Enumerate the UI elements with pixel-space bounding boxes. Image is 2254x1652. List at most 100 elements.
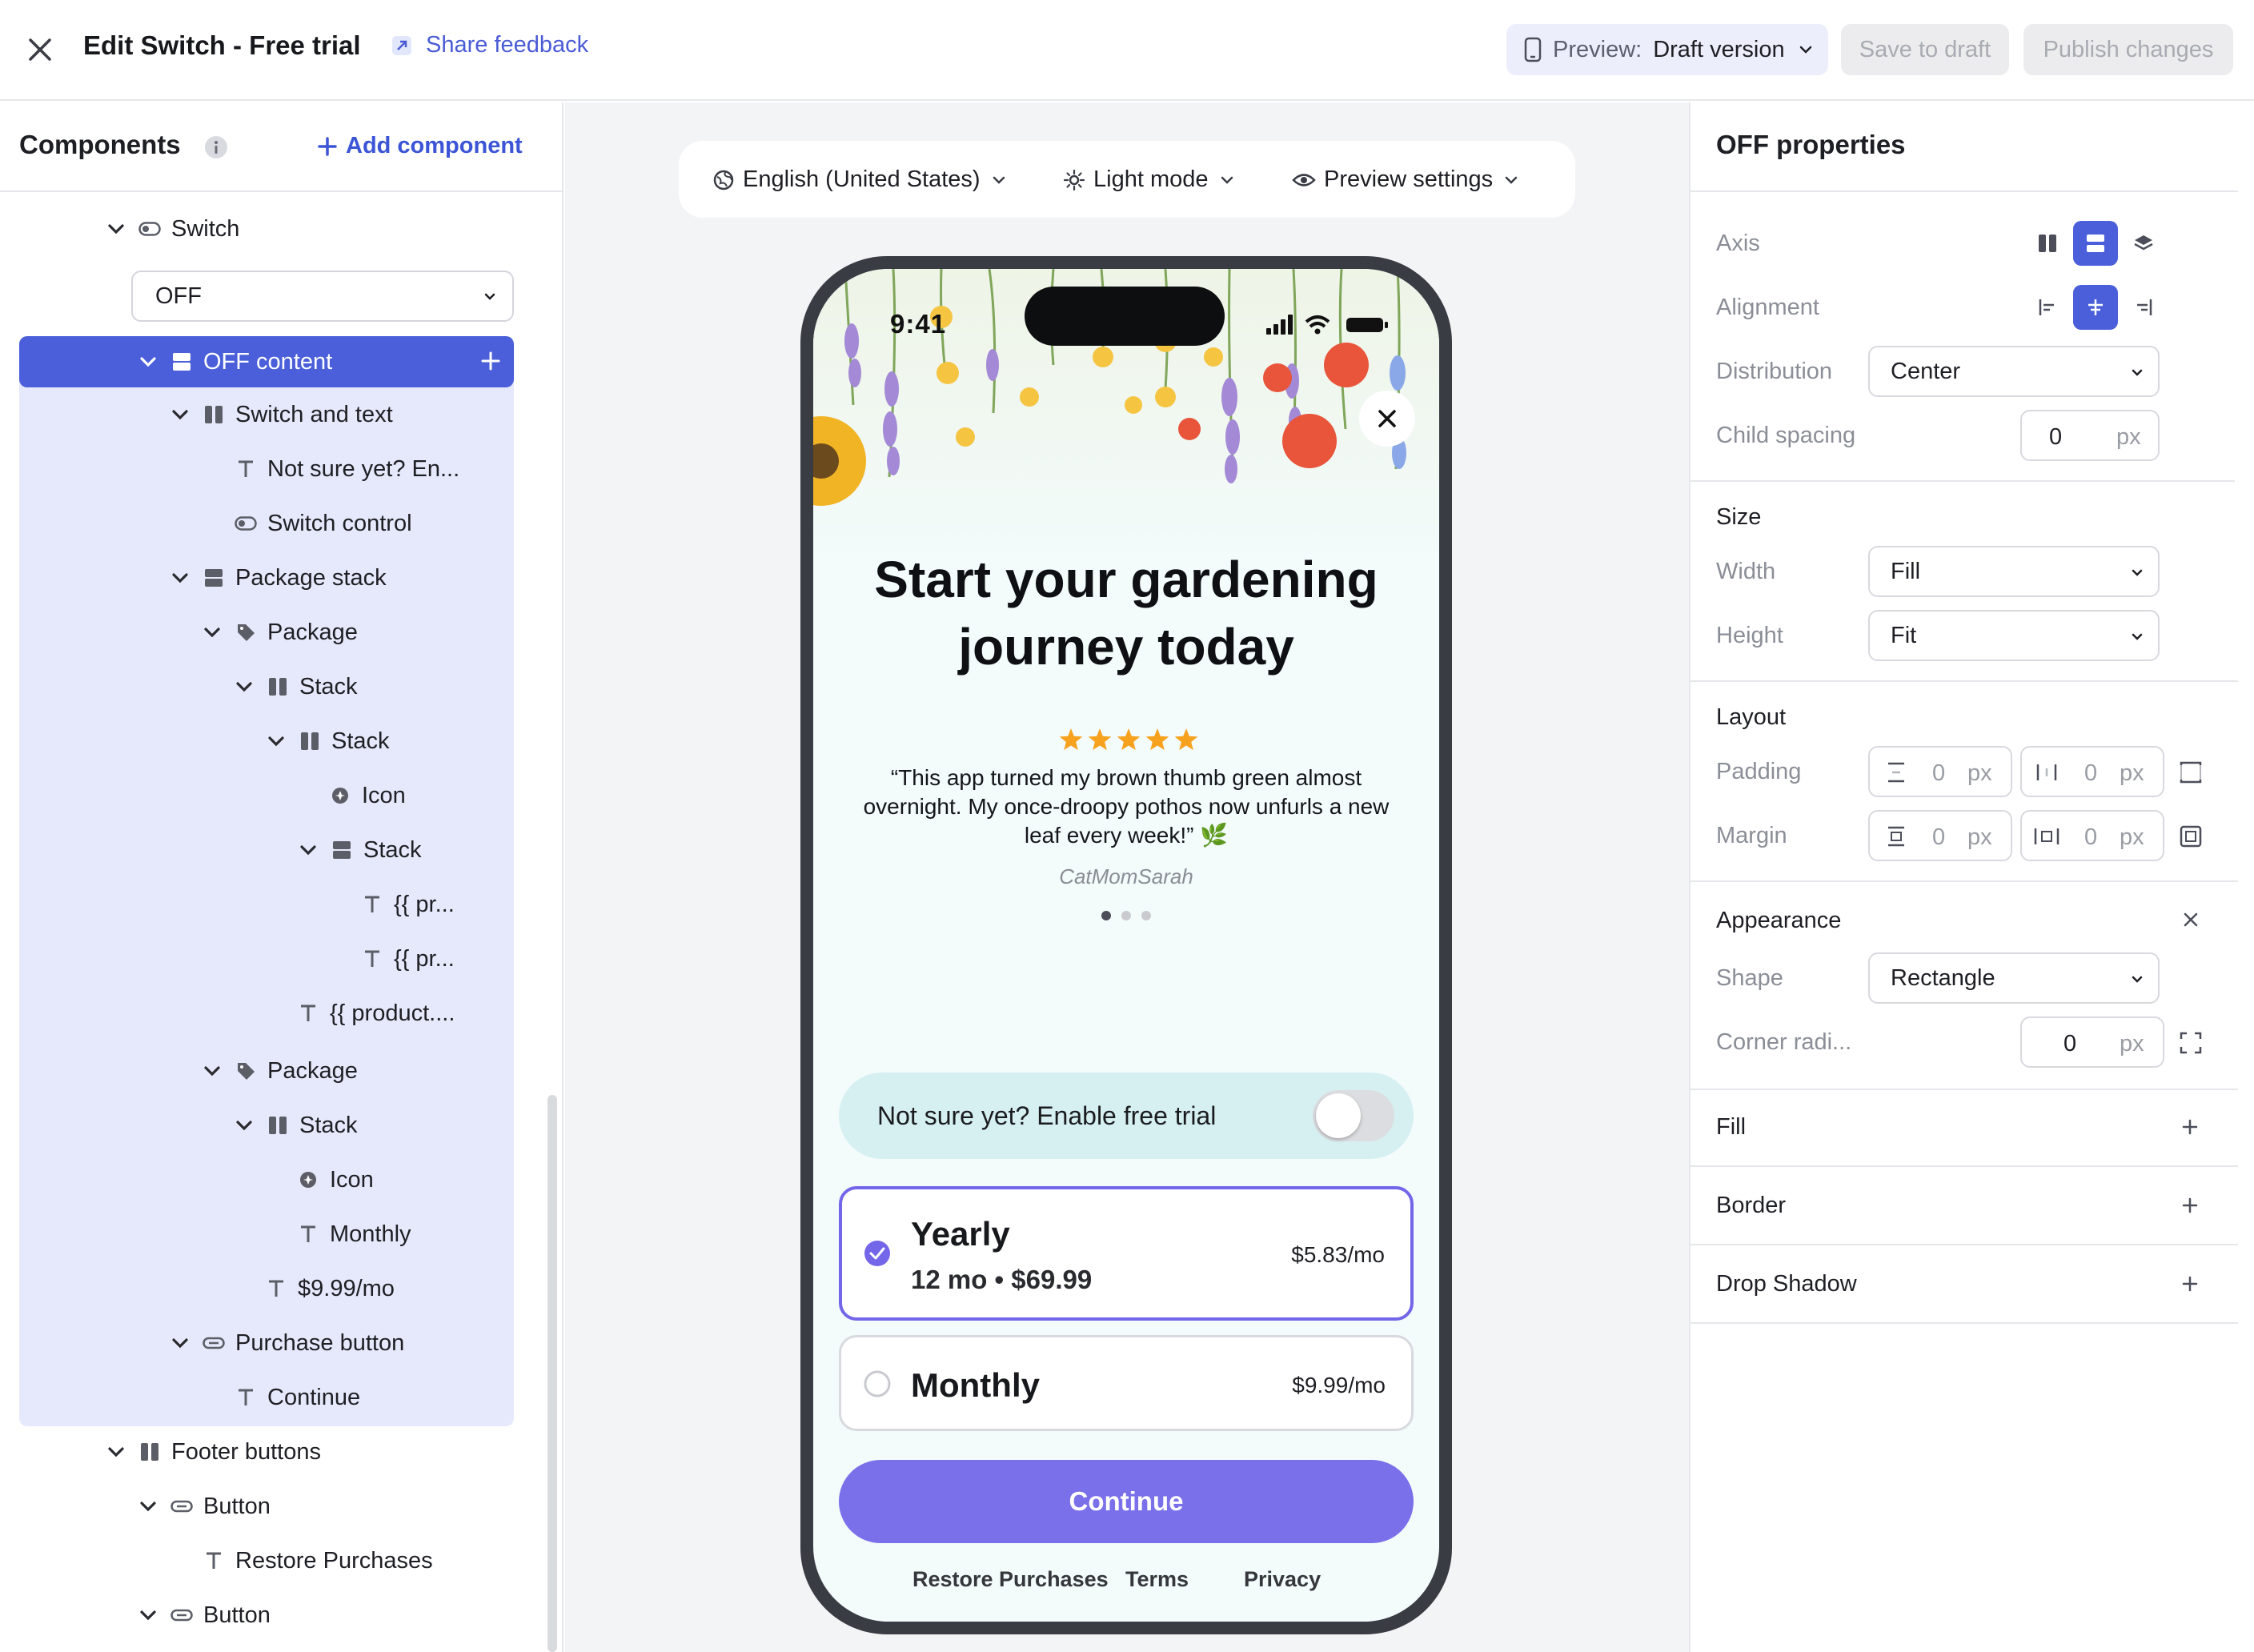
- continue-button[interactable]: Continue: [839, 1460, 1414, 1543]
- close-paywall-button[interactable]: [1359, 391, 1415, 447]
- share-feedback-link[interactable]: Share feedback: [391, 32, 588, 58]
- add-drop-shadow-button[interactable]: [2177, 1271, 2203, 1297]
- tree-item-stack[interactable]: Stack: [296, 834, 422, 866]
- package-yearly[interactable]: Yearly 12 mo • $69.99 $5.83/mo: [839, 1186, 1414, 1321]
- top-bar: Edit Switch - Free trial Share feedback …: [0, 0, 2254, 101]
- tree-item-icon[interactable]: Icon: [327, 780, 406, 812]
- tree-item-footer-buttons[interactable]: Footer buttons: [104, 1436, 321, 1468]
- tree-item-package-stack[interactable]: Package stack: [168, 562, 387, 594]
- vertical-stack-icon: [200, 564, 227, 591]
- publish-changes-button[interactable]: Publish changes: [2023, 24, 2233, 75]
- tree-scrollbar[interactable]: [547, 1095, 557, 1652]
- radio-unchecked-icon: [864, 1370, 891, 1397]
- fill-section-title: Fill: [1716, 1114, 1747, 1140]
- divider: [1690, 1322, 2238, 1324]
- add-fill-button[interactable]: [2177, 1114, 2203, 1140]
- carousel-dot[interactable]: [1121, 911, 1131, 920]
- tree-label: Stack: [331, 728, 390, 754]
- axis-zstack-button[interactable]: [2121, 221, 2166, 266]
- chevron-down-icon: [2132, 633, 2143, 640]
- package-price: $5.83/mo: [1291, 1242, 1385, 1267]
- height-select[interactable]: Fit: [1868, 610, 2160, 661]
- padding-horizontal-input[interactable]: 0 px: [2020, 746, 2164, 797]
- divider: [1690, 1165, 2238, 1167]
- divider: [1690, 1244, 2238, 1245]
- free-trial-toggle[interactable]: [1313, 1090, 1394, 1141]
- tree-item-text[interactable]: Restore Purchases: [200, 1545, 433, 1577]
- divider: [1690, 190, 2238, 192]
- tree-label: Stack: [299, 673, 358, 700]
- carousel-dot[interactable]: [1141, 911, 1151, 920]
- preview-toolbar: English (United States) Light mode Previ…: [679, 141, 1575, 218]
- theme-dropdown[interactable]: Light mode: [1063, 166, 1237, 193]
- properties-title: OFF properties: [1716, 130, 1906, 159]
- tree-item-package[interactable]: Package: [200, 1055, 358, 1087]
- terms-link[interactable]: Terms: [1125, 1567, 1189, 1592]
- tree-item-text[interactable]: Continue: [232, 1381, 360, 1413]
- add-child-button[interactable]: [477, 347, 504, 375]
- preview-settings-dropdown[interactable]: Preview settings: [1292, 166, 1522, 193]
- tree-item-purchase-button[interactable]: Purchase button: [168, 1327, 404, 1359]
- info-icon[interactable]: [203, 134, 229, 160]
- tree-item-stack[interactable]: Stack: [232, 1109, 358, 1141]
- tree-item-text[interactable]: {{ pr...: [359, 943, 455, 975]
- tree-item-button[interactable]: Button: [136, 1490, 271, 1522]
- tree-item-stack[interactable]: Stack: [232, 671, 358, 703]
- chevron-down-icon: [300, 845, 316, 856]
- axis-vertical-button[interactable]: [2073, 221, 2118, 266]
- margin-vertical-input[interactable]: 0 px: [1868, 810, 2012, 861]
- align-start-button[interactable]: [2025, 285, 2070, 330]
- corner-radius-input[interactable]: 0 px: [2020, 1016, 2164, 1068]
- distribution-select[interactable]: Center: [1868, 346, 2160, 397]
- package-subtitle: 12 mo • $69.99: [911, 1265, 1093, 1294]
- close-editor-button[interactable]: [22, 32, 58, 67]
- align-end-button[interactable]: [2121, 285, 2166, 330]
- tree-item-stack[interactable]: Stack: [264, 725, 390, 757]
- tree-item-text[interactable]: $9.99/mo: [263, 1273, 395, 1305]
- tree-item-text[interactable]: Not sure yet? En...: [232, 453, 459, 485]
- tree-item-text[interactable]: {{ pr...: [359, 888, 455, 920]
- rows-icon: [2087, 235, 2104, 252]
- switch-state-dropdown[interactable]: OFF: [131, 271, 514, 322]
- add-border-button[interactable]: [2177, 1193, 2203, 1218]
- privacy-link[interactable]: Privacy: [1244, 1567, 1321, 1592]
- tree-item-switch[interactable]: Switch: [104, 213, 239, 245]
- width-select[interactable]: Fill: [1868, 546, 2160, 597]
- save-to-draft-button[interactable]: Save to draft: [1841, 24, 2009, 75]
- tree-item-text[interactable]: {{ product....: [295, 997, 455, 1029]
- text-icon: [295, 1221, 322, 1248]
- align-center-button[interactable]: [2073, 285, 2118, 330]
- add-component-button[interactable]: Add component: [317, 133, 523, 159]
- testimonial-quote: “This app turned my brown thumb green al…: [863, 765, 1390, 848]
- language-dropdown[interactable]: English (United States): [712, 166, 1009, 193]
- corner-individual-button[interactable]: [2177, 1029, 2204, 1057]
- carousel-dots[interactable]: [1100, 909, 1153, 922]
- restore-purchases-link[interactable]: Restore Purchases: [912, 1567, 1109, 1592]
- remove-appearance-button[interactable]: [2177, 906, 2204, 933]
- tree-label: Not sure yet? En...: [267, 455, 460, 482]
- selected-subtree-highlight: [19, 336, 514, 1426]
- margin-horizontal-input[interactable]: 0 px: [2020, 810, 2164, 861]
- padding-vertical-value: 0: [1932, 760, 1946, 786]
- preview-version-dropdown[interactable]: Preview: Draft version: [1506, 24, 1828, 75]
- tree-item-text[interactable]: Monthly: [295, 1218, 411, 1250]
- shape-select[interactable]: Rectangle: [1868, 952, 2160, 1004]
- tree-item-icon[interactable]: Icon: [295, 1164, 374, 1196]
- chevron-down-icon: [1799, 46, 1811, 54]
- child-spacing-input[interactable]: 0 px: [2020, 410, 2160, 461]
- tree-item-button[interactable]: Button: [136, 1599, 271, 1631]
- axis-horizontal-button[interactable]: [2025, 221, 2070, 266]
- tree-item-off-content[interactable]: OFF content: [136, 346, 332, 378]
- carousel-dot[interactable]: [1101, 911, 1111, 920]
- unit-label: px: [2120, 760, 2144, 786]
- tree-item-switch-control[interactable]: Switch control: [232, 507, 412, 539]
- package-monthly[interactable]: Monthly $9.99/mo: [839, 1335, 1414, 1431]
- tree-item-switch-and-text[interactable]: Switch and text: [168, 399, 393, 431]
- margin-individual-button[interactable]: [2177, 823, 2204, 850]
- tree-label: Switch and text: [235, 401, 393, 427]
- free-trial-switch-row[interactable]: Not sure yet? Enable free trial: [839, 1073, 1414, 1159]
- tree-item-package[interactable]: Package: [200, 616, 358, 648]
- layers-icon: [2134, 235, 2153, 251]
- padding-vertical-input[interactable]: 0 px: [1868, 746, 2012, 797]
- padding-individual-button[interactable]: [2177, 759, 2204, 786]
